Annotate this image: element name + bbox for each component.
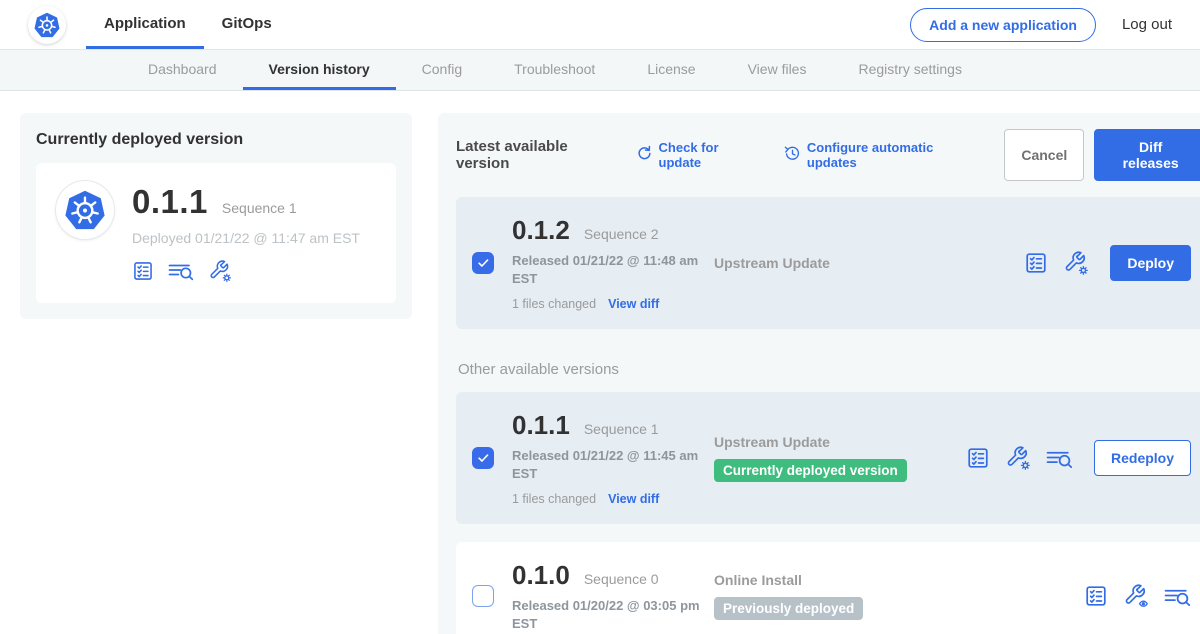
refresh-icon bbox=[636, 145, 653, 165]
files-changed-label: 1 files changed bbox=[512, 492, 596, 506]
deploy-button[interactable]: Deploy bbox=[1110, 245, 1191, 281]
diff-releases-button[interactable]: Diff releases bbox=[1094, 129, 1200, 181]
tab-gitops[interactable]: GitOps bbox=[204, 0, 290, 49]
currently-deployed-panel: Currently deployed version 0.1.1 Sequenc… bbox=[20, 113, 412, 319]
deployed-sequence-label: Sequence 1 bbox=[222, 200, 297, 216]
version-number: 0.1.0 bbox=[512, 560, 570, 591]
subnav-registry-settings[interactable]: Registry settings bbox=[832, 50, 987, 90]
deployed-timestamp: Deployed 01/21/22 @ 11:47 am EST bbox=[132, 230, 360, 246]
sequence-label: Sequence 1 bbox=[584, 421, 659, 437]
app-tabs: Application GitOps bbox=[86, 0, 290, 49]
view-diff-link[interactable]: View diff bbox=[608, 297, 659, 311]
sequence-label: Sequence 0 bbox=[584, 571, 659, 587]
top-header: Application GitOps Add a new application… bbox=[0, 0, 1200, 50]
currently-deployed-badge: Currently deployed version bbox=[714, 459, 907, 482]
preflight-checklist-icon[interactable] bbox=[1084, 584, 1108, 608]
add-new-application-button[interactable]: Add a new application bbox=[910, 8, 1096, 42]
deploy-logs-icon[interactable] bbox=[1046, 447, 1073, 470]
view-config-icon[interactable] bbox=[1123, 583, 1149, 609]
subnav-troubleshoot[interactable]: Troubleshoot bbox=[488, 50, 621, 90]
subnav-config[interactable]: Config bbox=[396, 50, 488, 90]
previously-deployed-badge: Previously deployed bbox=[714, 597, 863, 620]
subnav-version-history[interactable]: Version history bbox=[243, 50, 396, 90]
version-checkbox[interactable] bbox=[472, 252, 494, 274]
version-row-0-1-0: 0.1.0 Sequence 0 Released 01/20/22 @ 03:… bbox=[456, 542, 1200, 634]
preflight-checklist-icon[interactable] bbox=[132, 260, 154, 282]
preflight-checklist-icon[interactable] bbox=[1024, 251, 1048, 275]
released-timestamp: Released 01/21/22 @ 11:48 am EST bbox=[512, 252, 702, 287]
version-source-label: Online Install bbox=[714, 572, 966, 588]
check-for-update-link[interactable]: Check for update bbox=[636, 140, 762, 170]
released-timestamp: Released 01/21/22 @ 11:45 am EST bbox=[512, 447, 702, 482]
version-number: 0.1.1 bbox=[512, 410, 570, 441]
app-icon bbox=[56, 181, 114, 239]
version-source-label: Upstream Update bbox=[714, 255, 966, 271]
subnav-dashboard[interactable]: Dashboard bbox=[122, 50, 243, 90]
tab-application[interactable]: Application bbox=[86, 0, 204, 49]
deployed-version-card: 0.1.1 Sequence 1 Deployed 01/21/22 @ 11:… bbox=[36, 163, 396, 303]
cancel-button[interactable]: Cancel bbox=[1004, 129, 1084, 181]
clock-refresh-icon bbox=[784, 145, 801, 165]
version-row-0-1-2: 0.1.2 Sequence 2 Released 01/21/22 @ 11:… bbox=[456, 197, 1200, 329]
app-subnav: Dashboard Version history Config Trouble… bbox=[0, 50, 1200, 91]
edit-config-icon[interactable] bbox=[208, 259, 232, 283]
other-available-versions-title: Other available versions bbox=[458, 361, 1200, 378]
version-checkbox[interactable] bbox=[472, 585, 494, 607]
logout-button[interactable]: Log out bbox=[1122, 16, 1172, 33]
version-history-panel: Latest available version Check for updat… bbox=[438, 113, 1200, 634]
version-row-0-1-1: 0.1.1 Sequence 1 Released 01/21/22 @ 11:… bbox=[456, 392, 1200, 524]
redeploy-button[interactable]: Redeploy bbox=[1094, 440, 1191, 476]
view-diff-link[interactable]: View diff bbox=[608, 492, 659, 506]
deployed-version-number: 0.1.1 bbox=[132, 183, 208, 221]
kubernetes-logo bbox=[28, 6, 66, 44]
version-number: 0.1.2 bbox=[512, 215, 570, 246]
currently-deployed-title: Currently deployed version bbox=[36, 131, 396, 149]
subnav-license[interactable]: License bbox=[621, 50, 721, 90]
edit-config-icon[interactable] bbox=[1063, 250, 1089, 276]
latest-available-title: Latest available version bbox=[456, 138, 622, 172]
released-timestamp: Released 01/20/22 @ 03:05 pm EST bbox=[512, 597, 702, 632]
preflight-checklist-icon[interactable] bbox=[966, 446, 990, 470]
version-checkbox[interactable] bbox=[472, 447, 494, 469]
configure-automatic-updates-link[interactable]: Configure automatic updates bbox=[784, 140, 982, 170]
files-changed-label: 1 files changed bbox=[512, 297, 596, 311]
version-source-label: Upstream Update bbox=[714, 434, 966, 450]
deploy-logs-icon[interactable] bbox=[168, 260, 194, 282]
edit-config-icon[interactable] bbox=[1005, 445, 1031, 471]
deploy-logs-icon[interactable] bbox=[1164, 585, 1191, 608]
sequence-label: Sequence 2 bbox=[584, 226, 659, 242]
subnav-view-files[interactable]: View files bbox=[722, 50, 833, 90]
